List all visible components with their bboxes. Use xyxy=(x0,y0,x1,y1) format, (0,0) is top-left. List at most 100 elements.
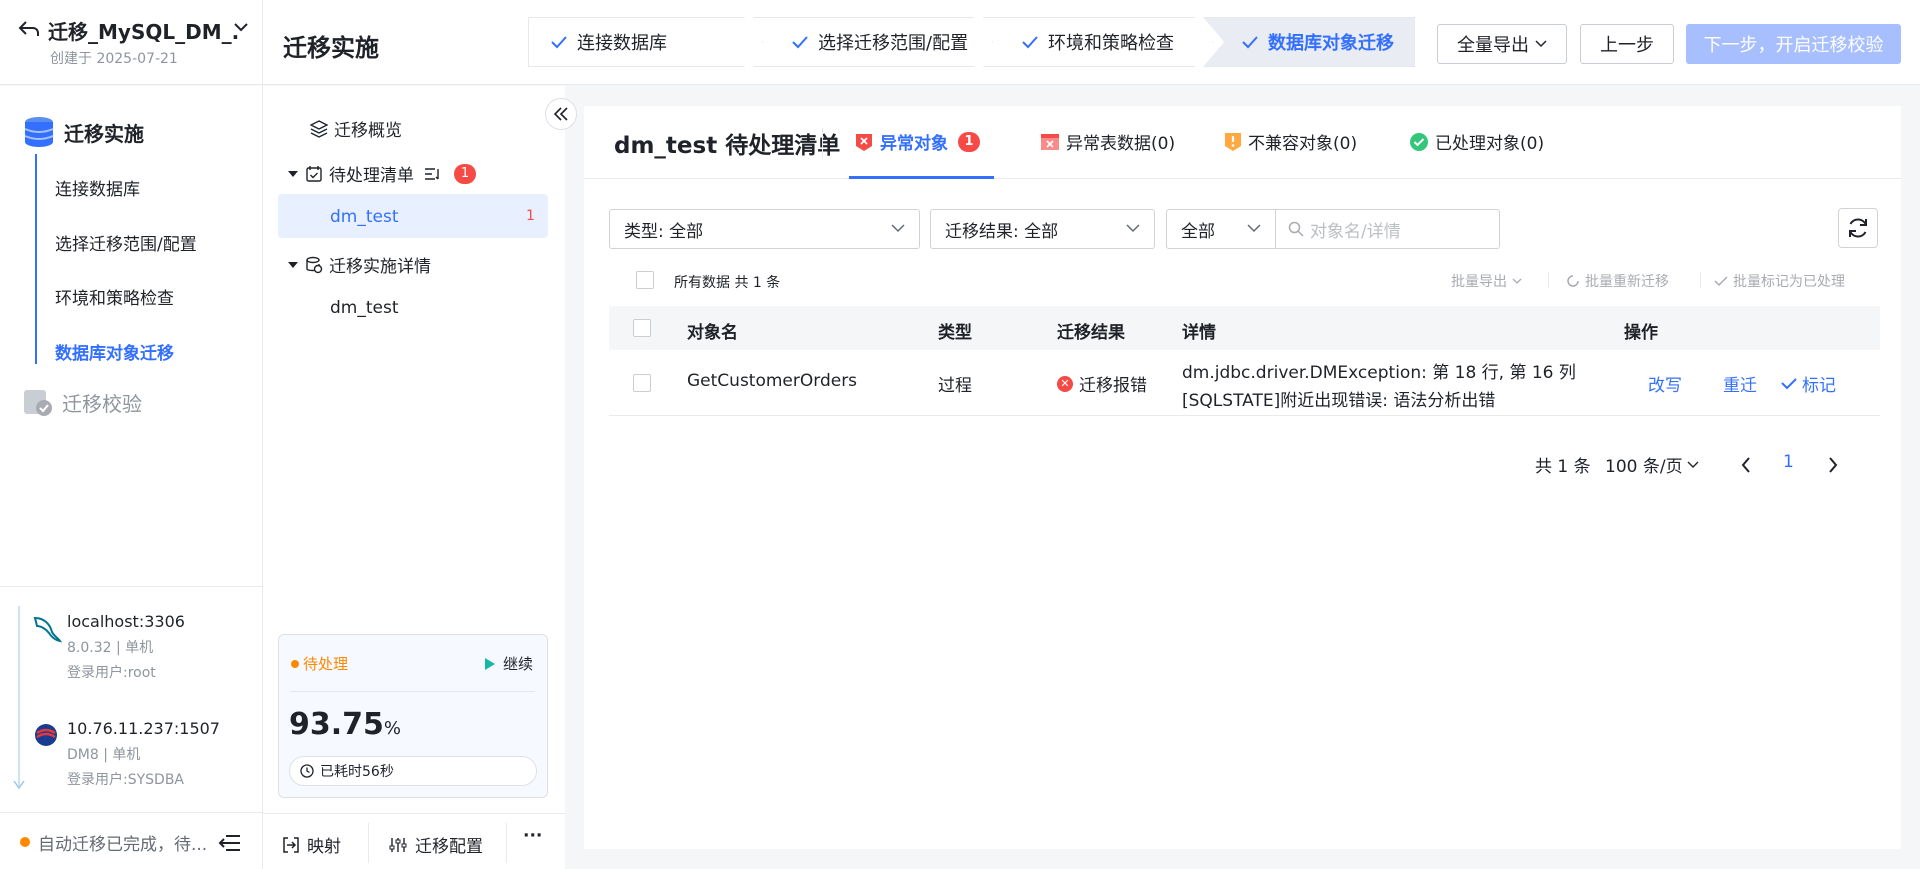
step-label: 选择迁移范围/配置 xyxy=(818,33,969,54)
select-all-data-checkbox[interactable] xyxy=(636,271,654,289)
bulk-label: 批量重新迁移 xyxy=(1585,274,1669,290)
error-icon: ✕ xyxy=(1057,375,1073,392)
divider xyxy=(263,813,565,814)
mapping-label: 映射 xyxy=(307,837,341,857)
nav-scope-config[interactable]: 选择迁移范围/配置 xyxy=(55,230,197,255)
tab-label: 异常表数据(0) xyxy=(1066,134,1176,154)
step-env-check[interactable]: 环境和策略检查 xyxy=(983,17,1213,67)
chevron-down-icon xyxy=(1126,224,1140,233)
caret-down-icon[interactable] xyxy=(287,259,299,271)
bulk-label: 批量标记为已处理 xyxy=(1733,274,1845,290)
page-number-current[interactable]: 1 xyxy=(1783,452,1794,472)
type-filter[interactable]: 类型: 全部 xyxy=(609,209,920,249)
layers-icon xyxy=(310,119,328,138)
check-icon xyxy=(792,36,808,49)
main-panel: dm_test 待处理清单 异常对象 1 异常表数据(0) 不兼容对象(0) 已… xyxy=(584,106,1901,849)
export-label: 全量导出 xyxy=(1457,35,1529,56)
search-input[interactable]: 对象名/详情 xyxy=(1275,209,1500,249)
double-chevron-left-icon xyxy=(553,107,568,121)
collapse-panel-button[interactable] xyxy=(545,98,577,130)
caret-down-icon[interactable] xyxy=(287,168,299,180)
connection-host: localhost:3306 xyxy=(67,612,185,631)
refresh-button[interactable] xyxy=(1838,208,1878,248)
mark-link[interactable]: 标记 xyxy=(1781,371,1836,396)
prev-page-icon[interactable] xyxy=(1741,457,1751,473)
select-all-checkbox[interactable] xyxy=(633,319,651,337)
divider xyxy=(0,812,262,813)
nav-connect-db[interactable]: 连接数据库 xyxy=(55,175,140,200)
check-icon xyxy=(1714,276,1728,287)
tree-pending-list[interactable]: 待处理清单 1 xyxy=(287,161,476,186)
step-connect-db[interactable]: 连接数据库 xyxy=(528,17,763,67)
page-size-label: 100 条/页 xyxy=(1605,457,1683,477)
column-header-name[interactable]: 对象名 xyxy=(687,318,738,343)
result-filter[interactable]: 迁移结果: 全部 xyxy=(930,209,1155,249)
column-header-type[interactable]: 类型 xyxy=(938,318,972,343)
tab-processed-objects[interactable]: 已处理对象(0) xyxy=(1409,129,1544,154)
chevron-down-icon[interactable] xyxy=(234,22,248,32)
section-migration-impl[interactable]: 迁移实施 xyxy=(22,116,144,148)
page-size-select[interactable]: 100 条/页 xyxy=(1605,452,1699,477)
database-icon xyxy=(24,117,54,147)
pending-child-count: 1 xyxy=(526,208,535,224)
tree-item-selected-bg xyxy=(278,194,548,238)
tab-incompatible-objects[interactable]: 不兼容对象(0) xyxy=(1224,129,1357,154)
pagination-total: 共 1 条 xyxy=(1535,457,1591,477)
more-button[interactable]: ··· xyxy=(523,826,542,846)
rewrite-link[interactable]: 改写 xyxy=(1648,371,1682,396)
retry-link[interactable]: 重迁 xyxy=(1723,371,1757,396)
mysql-dolphin-icon xyxy=(33,616,62,643)
continue-button[interactable]: 继续 xyxy=(484,653,533,674)
tab-abnormal-table-data[interactable]: 异常表数据(0) xyxy=(1040,129,1175,154)
object-name[interactable]: GetCustomerOrders xyxy=(687,371,857,391)
tree-pending-dm-test[interactable]: dm_test xyxy=(330,207,399,227)
tree-overview[interactable]: 迁移概览 xyxy=(310,116,402,141)
step-label: 连接数据库 xyxy=(577,33,667,54)
bulk-mark-processed-button[interactable]: 批量标记为已处理 xyxy=(1714,271,1845,291)
bulk-export-button[interactable]: 批量导出 xyxy=(1451,271,1527,291)
next-page-icon[interactable] xyxy=(1828,457,1838,473)
column-header-detail[interactable]: 详情 xyxy=(1182,318,1216,343)
dm-database-icon xyxy=(35,724,57,746)
tab-label: 已处理对象(0) xyxy=(1435,134,1545,154)
filter-label: 全部 xyxy=(1181,221,1215,242)
percent-value: 93.75 xyxy=(289,707,384,742)
search-icon xyxy=(1288,221,1304,237)
column-header-result[interactable]: 迁移结果 xyxy=(1057,318,1125,343)
error-box-icon xyxy=(856,133,872,151)
full-export-button[interactable]: 全量导出 xyxy=(1437,24,1567,64)
filter-label: 迁移结果: 全部 xyxy=(945,221,1059,242)
pending-status: 待处理 xyxy=(291,653,348,674)
arrow-down-icon xyxy=(13,780,25,790)
step-object-migration[interactable]: 数据库对象迁移 xyxy=(1203,17,1415,67)
step-progress: 连接数据库 选择迁移范围/配置 环境和策略检查 数据库对象迁移 xyxy=(528,17,1415,67)
sort-icon[interactable] xyxy=(424,167,440,181)
bulk-retry-button[interactable]: 批量重新迁移 xyxy=(1566,271,1669,291)
back-arrow-icon[interactable] xyxy=(18,20,40,38)
prev-step-button[interactable]: 上一步 xyxy=(1580,24,1674,64)
check-icon xyxy=(1781,378,1797,390)
tab-abnormal-objects[interactable]: 异常对象 1 xyxy=(854,129,980,154)
mapping-button[interactable]: 映射 xyxy=(283,832,341,857)
next-step-button[interactable]: 下一步，开启迁移校验 xyxy=(1686,24,1901,64)
scope-filter[interactable]: 全部 xyxy=(1166,209,1276,249)
step-scope-config[interactable]: 选择迁移范围/配置 xyxy=(753,17,993,67)
tree-panel: 迁移概览 待处理清单 1 dm_test 1 迁移实施详情 dm_test 待处… xyxy=(263,86,577,869)
collapse-menu-icon[interactable] xyxy=(218,833,242,853)
tree-label: 迁移概览 xyxy=(334,121,402,141)
nav-object-migration[interactable]: 数据库对象迁移 xyxy=(55,339,174,364)
migration-config-button[interactable]: 迁移配置 xyxy=(389,832,483,857)
elapsed-label: 已耗时56秒 xyxy=(320,764,394,780)
tree-details-dm-test[interactable]: dm_test xyxy=(330,298,399,318)
all-data-count: 所有数据 共 1 条 xyxy=(674,275,781,291)
sliders-icon xyxy=(389,837,407,852)
top-bar: 迁移_MySQL_DM_... 创建于 2025-07-21 迁移实施 连接数据… xyxy=(0,0,1920,85)
tree-migration-details[interactable]: 迁移实施详情 xyxy=(287,252,431,277)
column-header-actions: 操作 xyxy=(1624,323,1658,343)
nav-env-check[interactable]: 环境和策略检查 xyxy=(55,284,174,309)
divider xyxy=(291,691,535,692)
row-checkbox[interactable] xyxy=(633,374,651,392)
divider xyxy=(506,823,507,863)
section-migration-verify[interactable]: 迁移校验 xyxy=(22,386,142,418)
section-label: 迁移校验 xyxy=(62,391,142,416)
